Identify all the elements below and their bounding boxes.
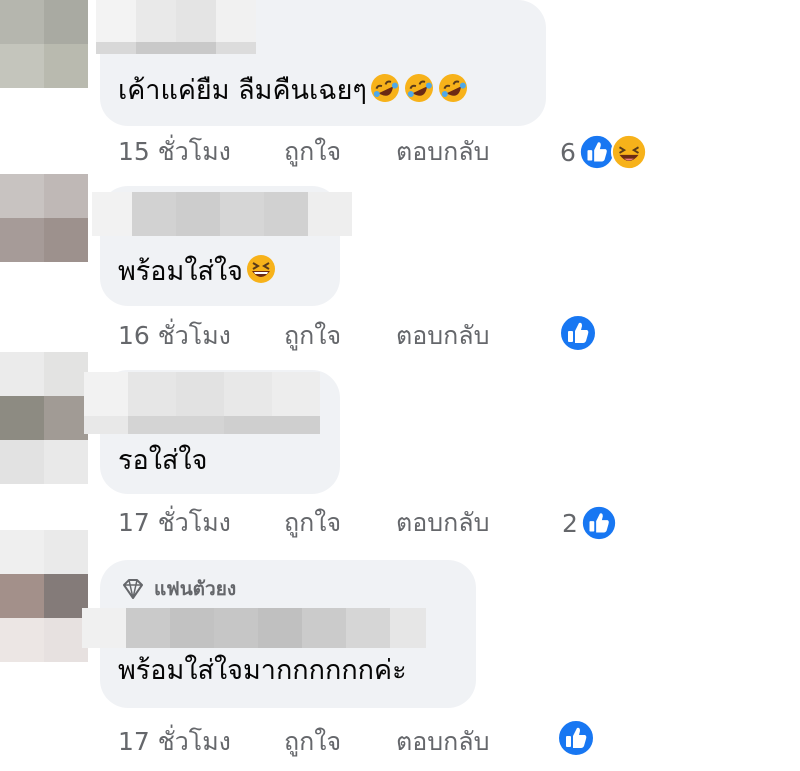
commenter-avatar[interactable]: [0, 530, 88, 662]
rofl-emoji: [403, 72, 435, 104]
reaction-count: 2: [562, 508, 578, 538]
reply-button[interactable]: ตอบกลับ: [396, 722, 489, 762]
commenter-name-blurred[interactable]: [82, 608, 426, 648]
comment-message: รอใส่ใจ: [118, 445, 208, 476]
comment-timestamp[interactable]: 16 ชั่วโมง: [118, 316, 231, 356]
commenter-name-blurred[interactable]: [84, 372, 320, 416]
commenter-name-blurred-line: [96, 42, 256, 54]
commenter-name-blurred-line: [84, 416, 320, 434]
comment-actions: 15 ชั่วโมง ถูกใจ ตอบกลับ: [118, 132, 538, 172]
comment-timestamp[interactable]: 17 ชั่วโมง: [118, 503, 231, 543]
grinning-squint-emoji: [245, 253, 277, 285]
commenter-avatar[interactable]: [0, 352, 88, 484]
comment-actions: 17 ชั่วโมง ถูกใจ ตอบกลับ: [118, 503, 538, 543]
comment-text: รอใส่ใจ: [118, 445, 207, 477]
commenter-name-blurred[interactable]: [92, 192, 352, 236]
comment-text: พร้อมใส่ใจ: [118, 253, 277, 288]
fan-badge-label: แฟนตัวยง: [154, 578, 237, 600]
reply-button[interactable]: ตอบกลับ: [396, 503, 489, 543]
comment-timestamp[interactable]: 15 ชั่วโมง: [118, 132, 231, 172]
comment-actions: 17 ชั่วโมง ถูกใจ ตอบกลับ: [118, 722, 538, 762]
reaction-summary[interactable]: [558, 313, 598, 353]
reply-button[interactable]: ตอบกลับ: [396, 316, 489, 356]
reply-button[interactable]: ตอบกลับ: [396, 132, 489, 172]
like-button[interactable]: ถูกใจ: [284, 132, 341, 172]
like-button[interactable]: ถูกใจ: [284, 316, 341, 356]
reaction-summary[interactable]: 6: [560, 132, 648, 172]
rofl-emoji: [437, 72, 469, 104]
comment-text: พร้อมใส่ใจมากกกกกกค่ะ: [118, 655, 407, 687]
reaction-summary[interactable]: [556, 718, 596, 758]
commenter-avatar[interactable]: [0, 0, 88, 88]
laughing-reaction-icon: [610, 133, 648, 171]
like-reaction-icon: [558, 313, 598, 353]
rofl-emoji: [369, 72, 401, 104]
like-reaction-icon: [580, 504, 618, 542]
like-button[interactable]: ถูกใจ: [284, 722, 341, 762]
comment-message: พร้อมใส่ใจมากกกกกกค่ะ: [118, 655, 407, 686]
like-reaction-icon: [556, 718, 596, 758]
diamond-icon: [120, 576, 146, 602]
like-button[interactable]: ถูกใจ: [284, 503, 341, 543]
comment-actions: 16 ชั่วโมง ถูกใจ ตอบกลับ: [118, 316, 538, 356]
comment-timestamp[interactable]: 17 ชั่วโมง: [118, 722, 231, 762]
comment-text: เค้าแค่ยืม ลืมคืนเฉยๆ: [118, 72, 469, 107]
reaction-count: 6: [560, 137, 576, 167]
reaction-summary[interactable]: 2: [562, 503, 618, 543]
commenter-avatar[interactable]: [0, 174, 88, 262]
comment-message: พร้อมใส่ใจ: [118, 256, 243, 287]
fan-badge[interactable]: แฟนตัวยง: [120, 576, 236, 602]
comment-message: เค้าแค่ยืม ลืมคืนเฉยๆ: [118, 75, 367, 106]
